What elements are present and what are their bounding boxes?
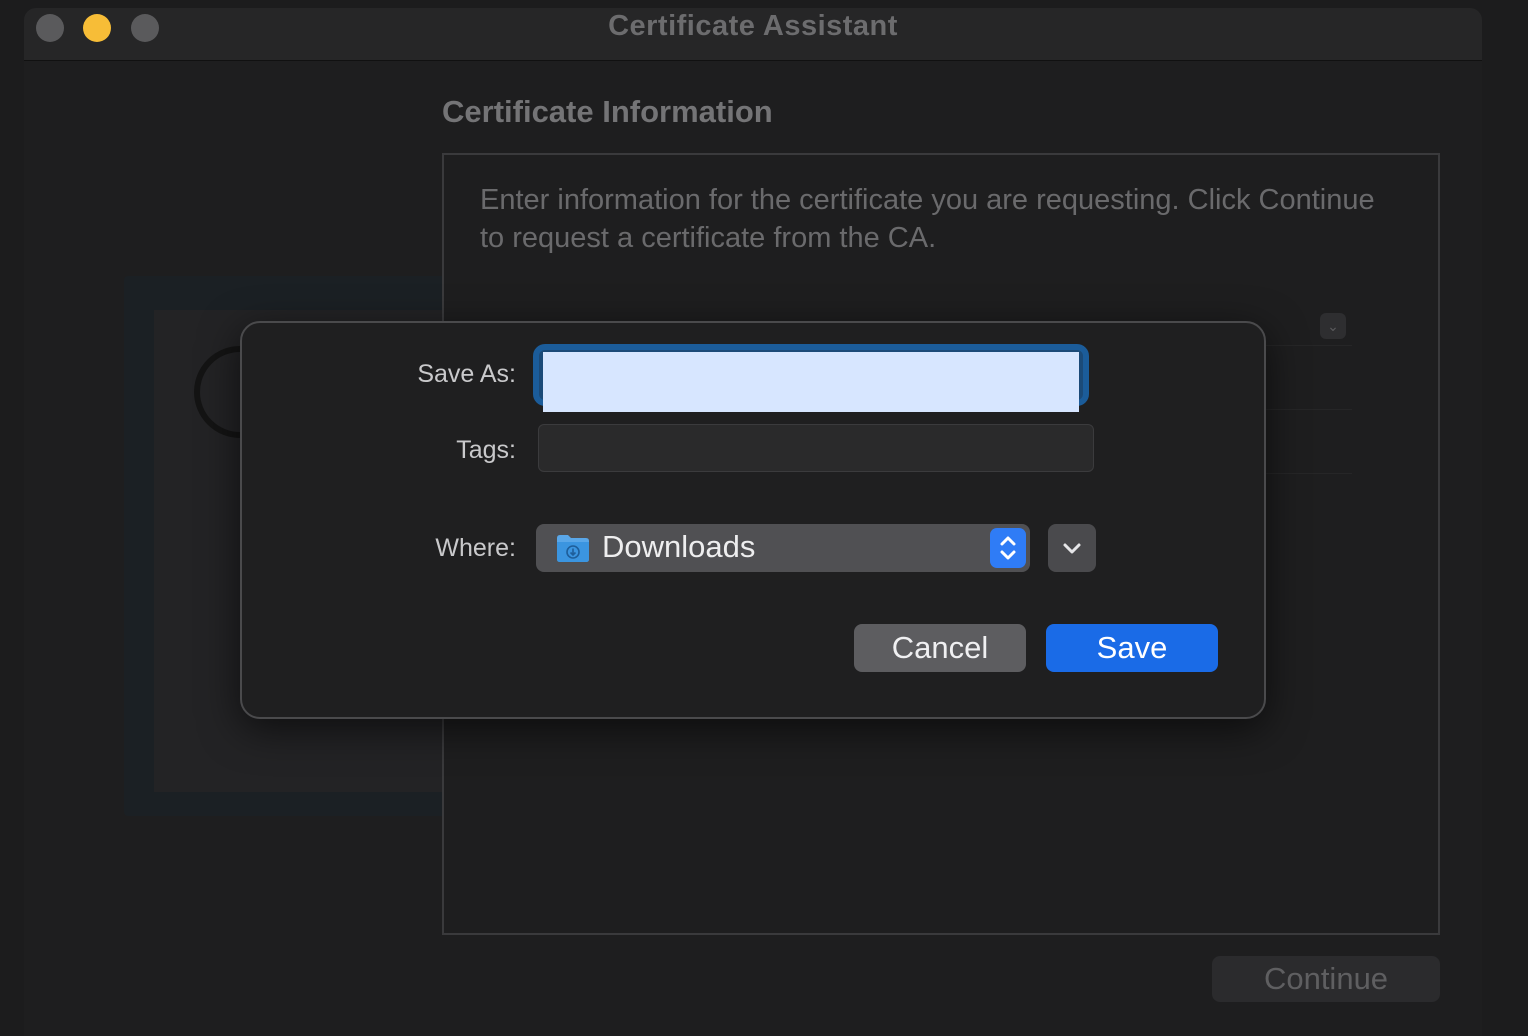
save-button[interactable]: Save [1046,624,1218,672]
save-as-label: Save As: [417,360,516,388]
up-down-stepper-icon [990,528,1026,568]
where-value: Downloads [602,529,756,564]
continue-button[interactable]: Continue [1212,956,1440,1002]
section-heading: Certificate Information [442,94,773,129]
tags-input[interactable] [538,424,1094,472]
chevron-down-icon: ⌄ [1320,313,1346,339]
cancel-button[interactable]: Cancel [854,624,1026,672]
downloads-folder-icon [557,535,589,562]
chevron-down-icon [1063,543,1081,554]
instructions-text: Enter information for the certificate yo… [480,184,1375,254]
save-as-input[interactable] [543,352,1079,412]
where-label: Where: [435,534,516,562]
title-bar: Certificate Assistant [24,8,1482,61]
save-as-focus-ring [533,344,1089,412]
where-location-popup[interactable]: Downloads [536,524,1030,572]
tags-label: Tags: [456,436,516,464]
window-title: Certificate Assistant [608,10,898,42]
save-dialog-sheet: Save As: Tags: Where: Downloads Cancel S… [240,321,1266,719]
expand-browser-button[interactable] [1048,524,1096,572]
